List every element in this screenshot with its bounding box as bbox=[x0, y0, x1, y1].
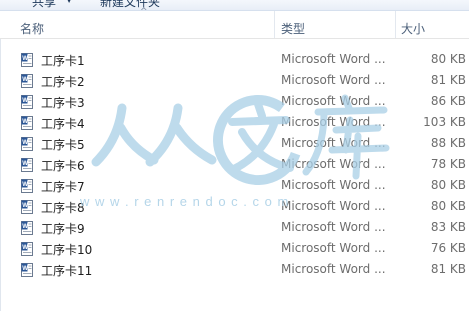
file-size: 86 KB bbox=[430, 94, 466, 108]
svg-text:W: W bbox=[22, 182, 28, 188]
svg-text:W: W bbox=[22, 77, 28, 83]
word-doc-icon: W bbox=[21, 200, 33, 214]
word-doc-icon: W bbox=[21, 263, 33, 277]
file-name[interactable]: 工序卡3 bbox=[41, 94, 85, 111]
svg-text:W: W bbox=[22, 161, 28, 167]
svg-text:W: W bbox=[22, 266, 28, 272]
share-button[interactable]: 共享 bbox=[32, 0, 56, 10]
file-type: Microsoft Word ... bbox=[281, 136, 386, 150]
svg-text:W: W bbox=[22, 56, 28, 62]
word-doc-icon: W bbox=[21, 95, 33, 109]
file-row[interactable]: W 工序卡11 Microsoft Word ... 81 KB bbox=[0, 259, 469, 280]
file-name[interactable]: 工序卡6 bbox=[41, 157, 85, 174]
word-doc-icon: W bbox=[21, 137, 33, 151]
new-folder-button[interactable]: 新建文件夹 bbox=[100, 0, 160, 10]
file-type: Microsoft Word ... bbox=[281, 115, 386, 129]
file-row[interactable]: W 工序卡4 Microsoft Word ... 103 KB bbox=[0, 112, 469, 133]
file-row[interactable]: W 工序卡5 Microsoft Word ... 88 KB bbox=[0, 133, 469, 154]
file-type: Microsoft Word ... bbox=[281, 73, 386, 87]
column-header-size[interactable]: 大小 bbox=[401, 20, 425, 37]
word-doc-icon: W bbox=[21, 221, 33, 235]
file-type: Microsoft Word ... bbox=[281, 199, 386, 213]
file-type: Microsoft Word ... bbox=[281, 52, 386, 66]
sort-indicator-icon: ^ bbox=[140, 7, 148, 17]
column-header: ^ 名称 类型 大小 bbox=[0, 7, 469, 39]
file-type: Microsoft Word ... bbox=[281, 220, 386, 234]
file-size: 78 KB bbox=[430, 157, 466, 171]
word-doc-icon: W bbox=[21, 74, 33, 88]
file-row[interactable]: W 工序卡10 Microsoft Word ... 76 KB bbox=[0, 238, 469, 259]
file-size: 103 KB bbox=[423, 115, 466, 129]
svg-text:W: W bbox=[22, 224, 28, 230]
svg-text:W: W bbox=[22, 140, 28, 146]
file-row[interactable]: W 工序卡9 Microsoft Word ... 83 KB bbox=[0, 217, 469, 238]
file-row[interactable]: W 工序卡1 Microsoft Word ... 80 KB bbox=[0, 49, 469, 70]
word-doc-icon: W bbox=[21, 179, 33, 193]
file-size: 80 KB bbox=[430, 199, 466, 213]
file-row[interactable]: W 工序卡6 Microsoft Word ... 78 KB bbox=[0, 154, 469, 175]
file-row[interactable]: W 工序卡8 Microsoft Word ... 80 KB bbox=[0, 196, 469, 217]
file-size: 76 KB bbox=[430, 241, 466, 255]
column-divider[interactable] bbox=[274, 11, 275, 38]
file-name[interactable]: 工序卡4 bbox=[41, 115, 85, 132]
file-name[interactable]: 工序卡5 bbox=[41, 136, 85, 153]
file-row[interactable]: W 工序卡7 Microsoft Word ... 80 KB bbox=[0, 175, 469, 196]
column-header-name[interactable]: 名称 bbox=[20, 20, 44, 37]
column-divider[interactable] bbox=[395, 11, 396, 38]
file-size: 88 KB bbox=[430, 136, 466, 150]
svg-text:W: W bbox=[22, 203, 28, 209]
file-size: 83 KB bbox=[430, 220, 466, 234]
file-row[interactable]: W 工序卡2 Microsoft Word ... 81 KB bbox=[0, 70, 469, 91]
file-size: 81 KB bbox=[430, 73, 466, 87]
file-size: 80 KB bbox=[430, 178, 466, 192]
file-list: W 工序卡1 Microsoft Word ... 80 KB W 工序卡2 Microso… bbox=[0, 49, 469, 280]
file-name[interactable]: 工序卡8 bbox=[41, 199, 85, 216]
svg-text:W: W bbox=[22, 245, 28, 251]
file-row[interactable]: W 工序卡3 Microsoft Word ... 86 KB bbox=[0, 91, 469, 112]
word-doc-icon: W bbox=[21, 242, 33, 256]
file-size: 80 KB bbox=[430, 52, 466, 66]
file-name[interactable]: 工序卡1 bbox=[41, 52, 85, 69]
file-name[interactable]: 工序卡2 bbox=[41, 73, 85, 90]
column-header-type[interactable]: 类型 bbox=[281, 20, 305, 37]
file-name[interactable]: 工序卡11 bbox=[41, 262, 92, 279]
file-type: Microsoft Word ... bbox=[281, 262, 386, 276]
svg-text:W: W bbox=[22, 119, 28, 125]
file-type: Microsoft Word ... bbox=[281, 178, 386, 192]
file-type: Microsoft Word ... bbox=[281, 94, 386, 108]
file-type: Microsoft Word ... bbox=[281, 157, 386, 171]
word-doc-icon: W bbox=[21, 53, 33, 67]
file-name[interactable]: 工序卡10 bbox=[41, 241, 92, 258]
file-type: Microsoft Word ... bbox=[281, 241, 386, 255]
file-size: 81 KB bbox=[430, 262, 466, 276]
file-name[interactable]: 工序卡9 bbox=[41, 220, 85, 237]
word-doc-icon: W bbox=[21, 158, 33, 172]
svg-text:W: W bbox=[22, 98, 28, 104]
chevron-down-icon[interactable]: ▼ bbox=[66, 0, 72, 4]
file-name[interactable]: 工序卡7 bbox=[41, 178, 85, 195]
word-doc-icon: W bbox=[21, 116, 33, 130]
explorer-toolbar: 共享 ▼ 新建文件夹 bbox=[0, 0, 469, 11]
